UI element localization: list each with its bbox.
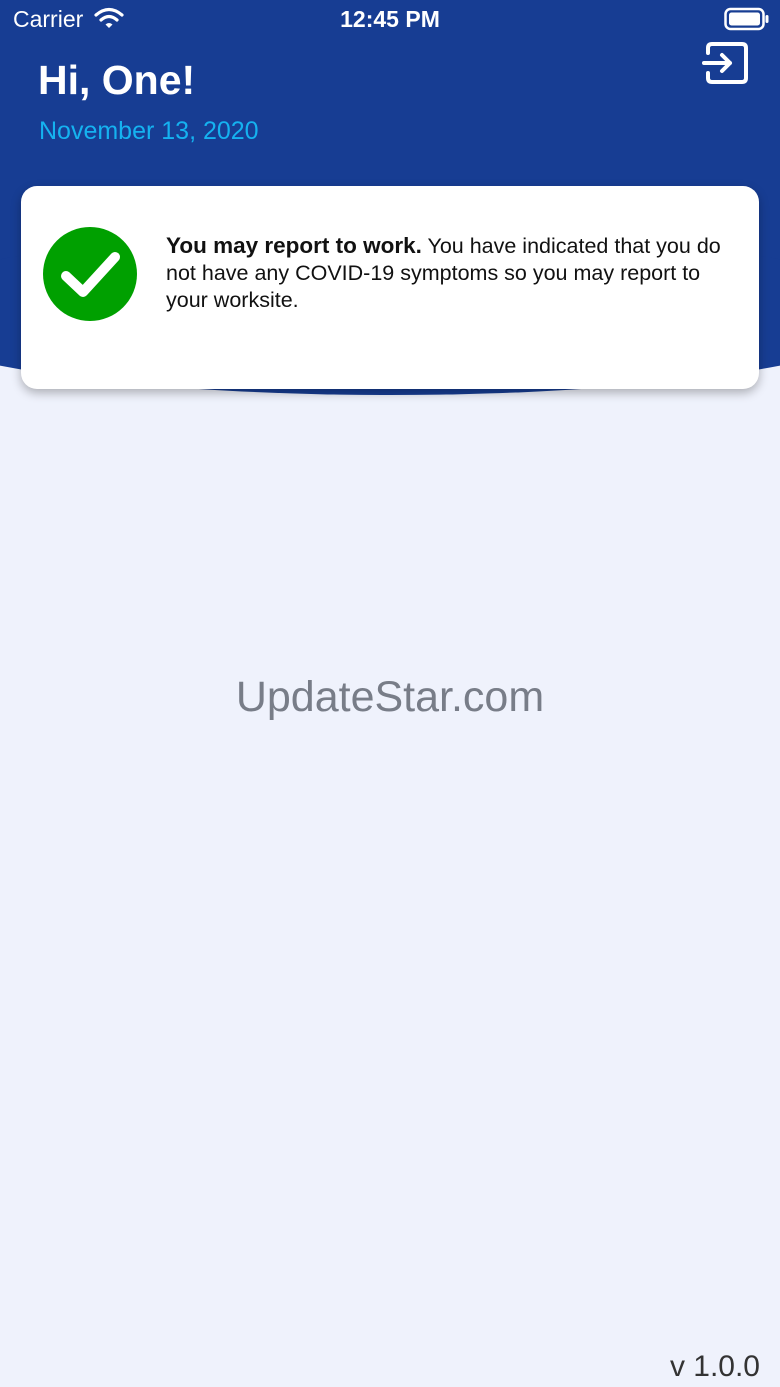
greeting-title: Hi, One! [38,57,196,103]
work-status-message: You may report to work. You have indicat… [166,232,741,314]
logout-icon [702,42,748,84]
watermark-text: UpdateStar.com [235,673,545,721]
home-screen: Carrier 12:45 PM Hi, One! November 13, 2… [0,0,780,1387]
app-version: v 1.0.0 [669,1350,760,1383]
status-bar: Carrier 12:45 PM [0,0,780,40]
status-time: 12:45 PM [340,6,440,32]
work-status-card: You may report to work. You have indicat… [21,186,759,389]
work-status-title: You may report to work. [166,233,422,258]
checkmark-circle-icon [43,227,137,321]
battery-icon [724,7,769,31]
logout-button[interactable] [700,40,754,86]
current-date: November 13, 2020 [39,117,259,145]
